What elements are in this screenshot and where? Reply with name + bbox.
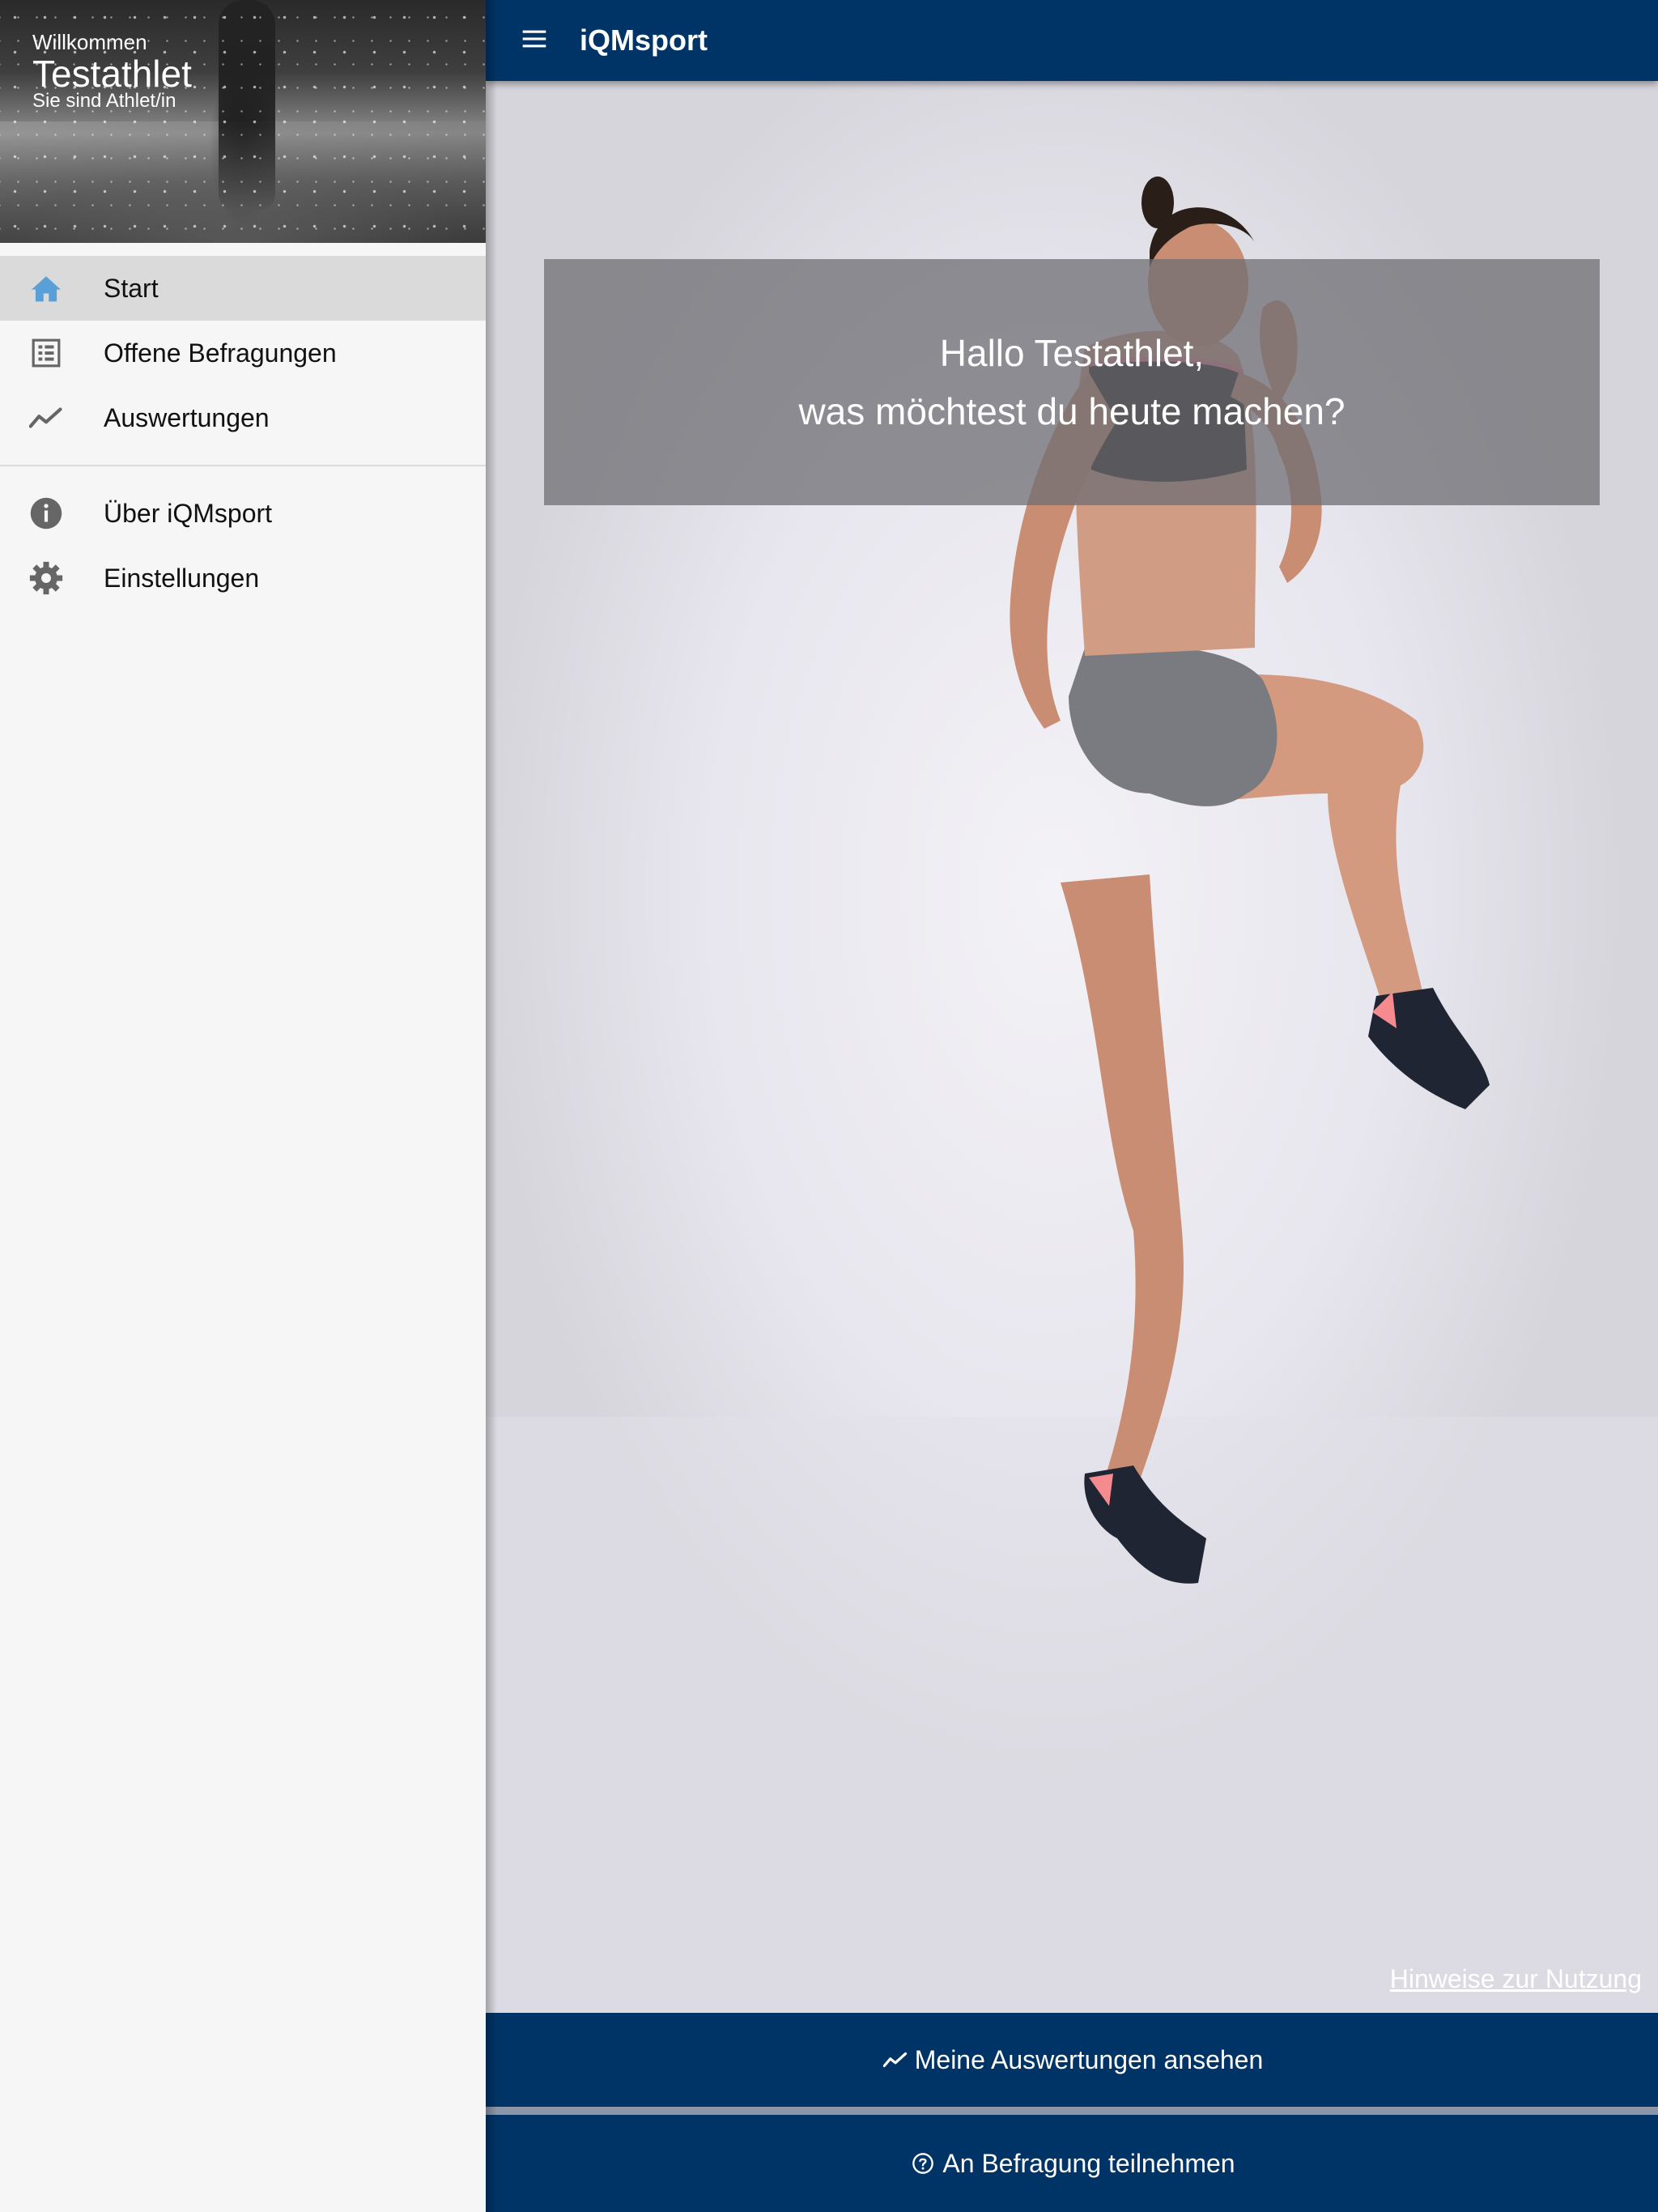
greeting-line-2: was möchtest du heute machen? [798,390,1346,432]
view-evaluations-button[interactable]: Meine Auswertungen ansehen [486,2013,1658,2107]
sidebar-item-label: Auswertungen [104,402,270,432]
view-evaluations-label: Meine Auswertungen ansehen [914,2044,1264,2074]
sidebar-item-about[interactable]: Über iQMsport [0,481,486,546]
take-survey-button[interactable]: An Befragung teilnehmen [486,2115,1658,2212]
trending-icon [881,2045,910,2074]
nav-list-secondary: Über iQMsport Einstellungen [0,481,486,610]
navigation-drawer: Willkommen Testathlet Sie sind Athlet/in… [0,0,486,2212]
gear-icon [29,561,63,595]
main-content: iQMsport Hallo Testathlet, was möchtest … [486,0,1658,2212]
sidebar-item-start[interactable]: Start [0,256,486,321]
info-icon [29,496,63,530]
home-icon [29,271,63,305]
sidebar-item-label: Einstellungen [104,563,260,593]
app-title: iQMsport [580,23,708,57]
app-bar: iQMsport [486,0,1658,81]
nav-divider [0,465,486,466]
sidebar-item-label: Offene Befragungen [104,338,337,368]
help-circle-icon [908,2149,937,2178]
sidebar-item-settings[interactable]: Einstellungen [0,546,486,610]
user-role: Sie sind Athlet/in [32,90,176,112]
trending-icon [29,401,63,435]
usage-hints-link[interactable]: Hinweise zur Nutzung [1390,1964,1642,1994]
sidebar-item-open-surveys[interactable]: Offene Befragungen [0,321,486,385]
sidebar-item-evaluations[interactable]: Auswertungen [0,385,486,450]
drawer-user-info: Willkommen Testathlet Sie sind Athlet/in [32,29,192,112]
hamburger-icon [521,28,547,53]
list-icon [29,336,63,370]
take-survey-label: An Befragung teilnehmen [942,2148,1235,2178]
nav-list: Start Offene Befragungen Auswertungen [0,256,486,450]
greeting-line-1: Hallo Testathlet, [939,332,1205,374]
drawer-header: Willkommen Testathlet Sie sind Athlet/in [0,0,486,243]
greeting-banner: Hallo Testathlet, was möchtest du heute … [544,259,1600,505]
button-separator [486,2107,1658,2115]
menu-button[interactable] [510,16,559,65]
drawer-shadow [486,0,497,2212]
welcome-text: Willkommen [32,30,147,54]
sidebar-item-label: Über iQMsport [104,498,273,528]
hero-image: Hallo Testathlet, was möchtest du heute … [486,81,1658,2013]
user-name: Testathlet [32,53,192,95]
sidebar-item-label: Start [104,273,159,303]
